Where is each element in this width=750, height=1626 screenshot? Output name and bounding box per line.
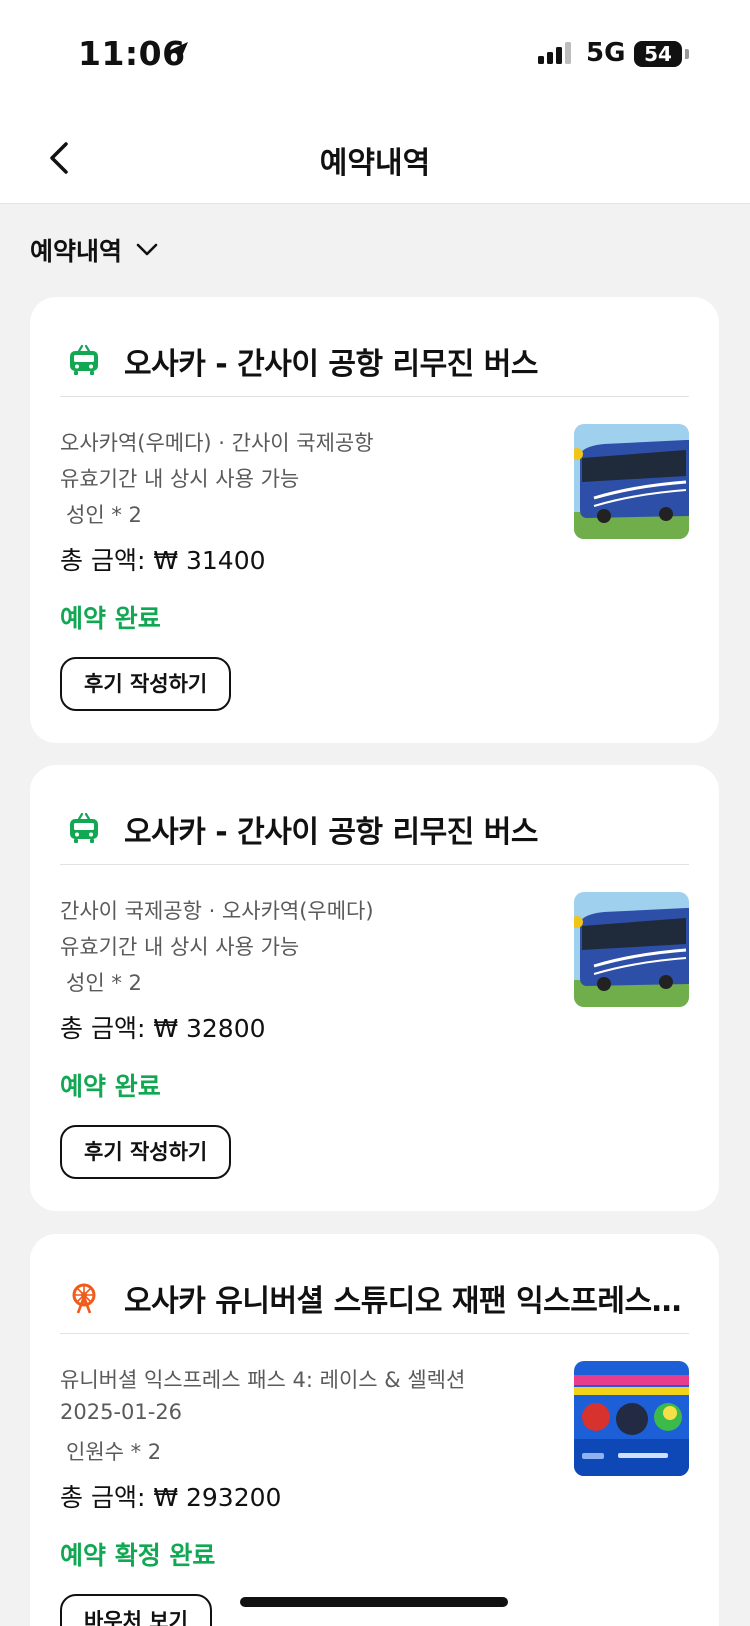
bus-icon [70,344,98,375]
booking-validity: 유효기간 내 상시 사용 가능 [60,467,300,491]
booking-title: 오사카 - 간사이 공항 리무진 버스 [124,346,538,382]
booking-validity: 유효기간 내 상시 사용 가능 [60,935,300,959]
chevron-down-icon [136,243,158,256]
booking-total: 총 금액: ₩ 32800 [60,1014,266,1043]
home-indicator[interactable] [240,1597,508,1607]
booking-title: 오사카 - 간사이 공항 리무진 버스 [124,814,538,850]
bus-photo [574,424,689,539]
booking-card[interactable]: 오사카 - 간사이 공항 리무진 버스 간사이 국제공항 · 오사카역(우메다)… [30,765,719,1211]
booking-route: 간사이 국제공항 · 오사카역(우메다) [60,899,374,923]
booking-card-header: 오사카 유니버셜 스튜디오 재팬 익스프레스 패스 [60,1262,689,1334]
network-type: 5G [586,38,626,68]
status-bar: 11:06 5G 54 [0,0,750,110]
booking-card[interactable]: 오사카 유니버셜 스튜디오 재팬 익스프레스 패스 유니버셜 익스프레스 패스 … [30,1234,719,1626]
location-arrow-icon [168,42,188,63]
write-review-button[interactable]: 후기 작성하기 [60,657,232,711]
booking-status: 예약 완료 [60,604,161,633]
booking-total: 총 금액: ₩ 293200 [60,1483,282,1512]
battery-tip [685,49,689,59]
page-title: 예약내역 [319,146,431,181]
booking-status: 예약 완료 [60,1072,161,1101]
booking-thumbnail[interactable] [574,1361,689,1476]
write-review-button[interactable]: 후기 작성하기 [60,1125,232,1179]
booking-option: 유니버셜 익스프레스 패스 4: 레이스 & 셀렉션 [60,1368,466,1392]
booking-card[interactable]: 오사카 - 간사이 공항 리무진 버스 오사카역(우메다) · 간사이 국제공항… [30,297,719,743]
booking-title: 오사카 유니버셜 스튜디오 재팬 익스프레스 패스 [124,1283,684,1319]
booking-route: 오사카역(우메다) · 간사이 국제공항 [60,431,374,455]
booking-quantity: 인원수 * 2 [66,1440,162,1464]
cellular-signal-icon [538,42,571,64]
booking-filter-dropdown[interactable]: 예약내역 [30,232,158,268]
battery-icon: 54 [634,41,682,67]
booking-card-header: 오사카 - 간사이 공항 리무진 버스 [60,793,689,865]
booking-quantity: 성인 * 2 [66,503,142,527]
booking-date: 2025-01-26 [60,1400,183,1424]
booking-status: 예약 확정 완료 [60,1541,216,1570]
ferris-wheel-icon [72,1283,96,1313]
bus-icon [70,812,98,843]
universal-studios-poster [574,1361,689,1476]
nav-bar: 예약내역 [0,110,750,204]
booking-thumbnail[interactable] [574,892,689,1007]
booking-card-header: 오사카 - 간사이 공항 리무진 버스 [60,325,689,397]
bus-photo [574,892,689,1007]
filter-label: 예약내역 [30,237,123,266]
booking-quantity: 성인 * 2 [66,971,142,995]
booking-total: 총 금액: ₩ 31400 [60,546,266,575]
view-voucher-button[interactable]: 바우처 보기 [60,1594,212,1626]
booking-thumbnail[interactable] [574,424,689,539]
